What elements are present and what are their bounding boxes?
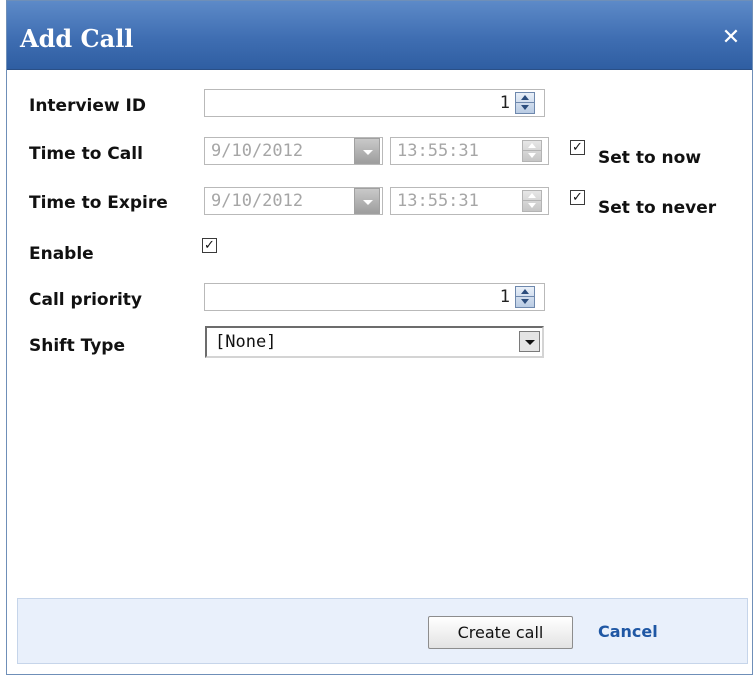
time-to-expire-spinner[interactable]: [522, 190, 542, 212]
call-priority-spinner[interactable]: [515, 286, 535, 308]
close-icon[interactable]: ✕: [720, 27, 742, 49]
spin-down-icon[interactable]: [523, 201, 541, 211]
set-to-never-checkbox[interactable]: ✓: [570, 190, 585, 205]
calendar-dropdown-icon[interactable]: [354, 138, 380, 164]
set-to-now-label: Set to now: [598, 148, 702, 168]
spin-down-icon[interactable]: [523, 151, 541, 161]
shift-type-label: Shift Type: [29, 336, 125, 356]
time-to-call-label: Time to Call: [29, 144, 143, 164]
add-call-dialog: Add Call ✕ Interview ID 1 Time to Call 9…: [6, 0, 753, 675]
shift-type-select[interactable]: [None]: [205, 326, 544, 358]
interview-id-input[interactable]: 1: [204, 89, 545, 117]
call-priority-label: Call priority: [29, 290, 142, 310]
spin-down-icon[interactable]: [516, 297, 534, 307]
time-to-call-spinner[interactable]: [522, 140, 542, 162]
chevron-down-icon[interactable]: [519, 331, 540, 352]
spin-up-icon[interactable]: [523, 191, 541, 201]
set-to-now-checkbox[interactable]: ✓: [570, 140, 585, 155]
call-priority-input[interactable]: 1: [204, 283, 545, 311]
dialog-title: Add Call: [20, 24, 134, 53]
spin-up-icon[interactable]: [516, 93, 534, 103]
enable-checkbox[interactable]: ✓: [202, 238, 217, 253]
time-to-expire-label: Time to Expire: [29, 193, 168, 213]
interview-id-label: Interview ID: [29, 96, 146, 116]
enable-label: Enable: [29, 244, 94, 264]
interview-id-spinner[interactable]: [515, 92, 535, 114]
shift-type-value: [None]: [215, 332, 277, 352]
set-to-never-label: Set to never: [598, 198, 717, 218]
spin-up-icon[interactable]: [523, 141, 541, 151]
dialog-footer: Create call Cancel: [17, 598, 748, 664]
create-call-button[interactable]: Create call: [428, 616, 573, 649]
cancel-link[interactable]: Cancel: [598, 622, 658, 642]
spin-down-icon[interactable]: [516, 103, 534, 113]
calendar-dropdown-icon[interactable]: [354, 188, 380, 214]
dialog-titlebar: Add Call ✕: [7, 1, 752, 70]
spin-up-icon[interactable]: [516, 287, 534, 297]
